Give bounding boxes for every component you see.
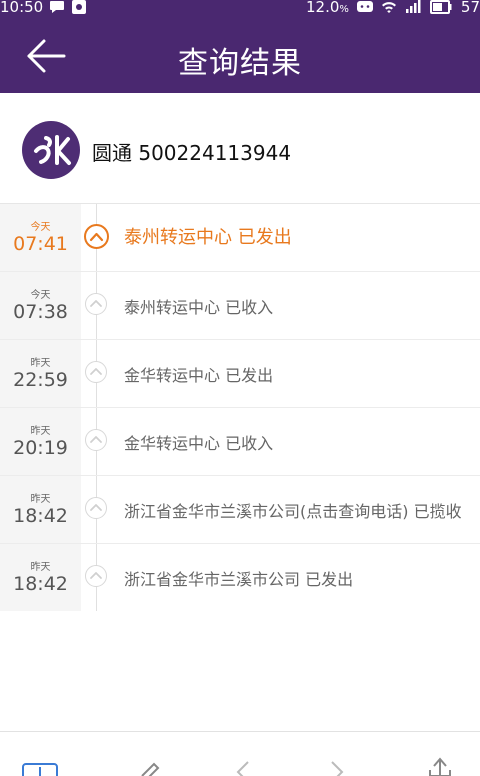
chevron-up-icon — [84, 224, 109, 249]
timeline-clock: 18:42 — [13, 505, 68, 527]
data-speed: 12.0% — [305, 0, 349, 16]
arrow-left-icon[interactable] — [22, 36, 68, 76]
bottom-toolbar — [0, 731, 480, 776]
status-bar: 10:50 12.0% 57 — [0, 0, 480, 18]
clock: 10:50 — [0, 0, 44, 16]
chevron-up-icon — [85, 497, 107, 519]
timeline-clock: 20:19 — [13, 437, 68, 459]
timeline-description: 浙江省金华市兰溪市公司 已发出 — [124, 570, 354, 589]
timeline-item: 昨天 18:42 浙江省金华市兰溪市公司(点击查询电话) 已揽收 — [0, 476, 480, 544]
status-right: 12.0% 57 — [306, 0, 480, 16]
carrier-tracking-number: 圆通 500224113944 — [92, 141, 292, 165]
timeline-description[interactable]: 浙江省金华市兰溪市公司(点击查询电话) 已揽收 — [124, 498, 462, 522]
timeline-item: 今天 07:41 泰州转运中心 已发出 — [0, 204, 480, 272]
timeline-time: 昨天 22:59 — [0, 340, 81, 407]
timeline-day: 昨天 — [30, 358, 51, 369]
timeline-day: 昨天 — [30, 426, 51, 437]
status-left: 10:50 — [0, 0, 87, 16]
yto-logo-icon — [22, 121, 80, 179]
timeline-time: 昨天 20:19 — [0, 408, 81, 475]
timeline-description: 泰州转运中心 已收入 — [124, 298, 274, 317]
timeline-clock: 07:38 — [13, 301, 68, 323]
add-icon[interactable] — [20, 756, 60, 776]
timeline-clock: 22:59 — [13, 369, 68, 391]
tracking-timeline: 今天 07:41 泰州转运中心 已发出 今天 07:38 泰州转运中心 已收入 … — [0, 204, 480, 611]
timeline-clock: 18:42 — [13, 573, 68, 595]
battery-icon — [429, 0, 452, 14]
share-icon[interactable] — [420, 756, 460, 776]
prev-icon[interactable] — [222, 756, 262, 776]
timeline-description: 金华转运中心 已收入 — [124, 434, 274, 453]
timeline-day: 昨天 — [30, 562, 51, 573]
timeline-item: 昨天 18:42 浙江省金华市兰溪市公司 已发出 — [0, 544, 480, 611]
chevron-up-icon — [85, 565, 107, 587]
timeline-time: 今天 07:38 — [0, 272, 81, 339]
next-icon[interactable] — [318, 756, 358, 776]
wifi-icon — [381, 2, 396, 14]
timeline-time: 今天 07:41 — [0, 204, 81, 271]
chevron-up-icon — [85, 361, 107, 383]
timeline-description: 金华转运中心 已发出 — [124, 366, 274, 385]
timeline-item: 今天 07:38 泰州转运中心 已收入 — [0, 272, 480, 340]
carrier-header: 圆通 500224113944 — [0, 93, 480, 204]
message-icon — [356, 1, 373, 12]
timeline-description: 泰州转运中心 已发出 — [124, 227, 292, 248]
timeline-time: 昨天 18:42 — [0, 476, 81, 543]
battery-level: 57 — [460, 0, 480, 16]
timeline-clock: 07:41 — [13, 233, 68, 255]
timeline-day: 昨天 — [30, 494, 51, 505]
edit-icon[interactable] — [128, 756, 168, 776]
timeline-item: 昨天 20:19 金华转运中心 已收入 — [0, 408, 480, 476]
app-header: 查询结果 — [0, 18, 480, 93]
timeline-item: 昨天 22:59 金华转运中心 已发出 — [0, 340, 480, 408]
signal-icon — [405, 0, 421, 13]
chat-icon — [50, 1, 65, 13]
chevron-up-icon — [85, 293, 107, 315]
app-notification-icon — [72, 0, 87, 14]
timeline-time: 昨天 18:42 — [0, 544, 81, 611]
page-title: 查询结果 — [178, 46, 302, 81]
timeline-day: 今天 — [30, 290, 51, 301]
timeline-day: 今天 — [30, 222, 51, 233]
chevron-up-icon — [85, 429, 107, 451]
